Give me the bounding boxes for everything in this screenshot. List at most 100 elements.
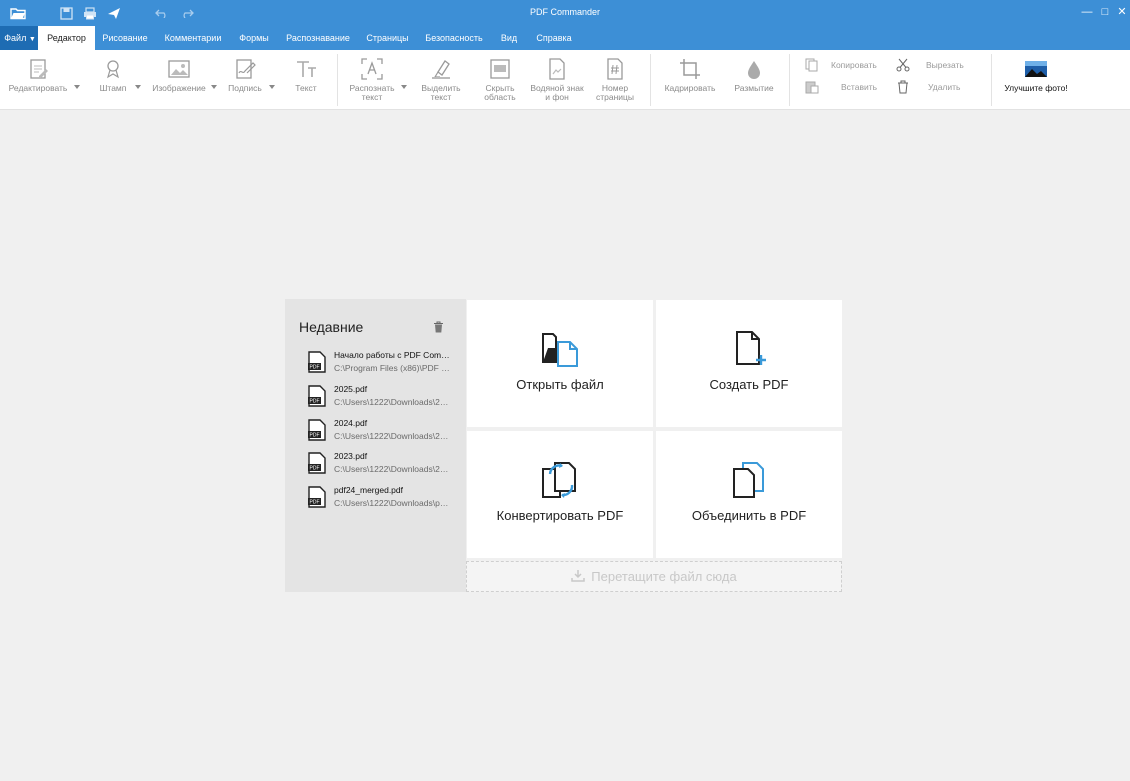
copy-button[interactable]: Копировать <box>805 58 877 72</box>
signature-label: Подпись <box>228 83 262 93</box>
blur-label: Размытие <box>734 83 774 93</box>
recent-files-panel: Недавние PDF Начало работы с PDF Command… <box>285 299 466 592</box>
crop-icon <box>680 59 700 79</box>
svg-text:PDF: PDF <box>310 399 320 405</box>
recent-file-name: pdf24_merged.pdf <box>334 485 403 495</box>
cut-label: Вырезать <box>926 60 964 70</box>
merge-pdf-label: Объединить в PDF <box>691 508 807 523</box>
pdf-file-icon: PDF <box>308 385 326 407</box>
recent-title: Недавние <box>299 319 364 335</box>
open-file-icon <box>542 333 578 367</box>
open-file-label: Открыть файл <box>516 377 604 392</box>
window-title: PDF Commander <box>529 7 601 17</box>
recent-file-name: 2023.pdf <box>334 451 368 461</box>
pdf-file-icon: PDF <box>308 419 326 441</box>
ribbon-divider <box>650 54 651 106</box>
minimize-icon[interactable]: — <box>1080 5 1094 19</box>
ribbon-divider <box>789 54 790 106</box>
signature-button[interactable]: Подпись <box>224 58 275 93</box>
watermark-button[interactable]: Водяной знак и фон <box>528 58 586 102</box>
highlighter-icon <box>432 60 450 79</box>
copy-label: Копировать <box>831 60 877 70</box>
title-bar: PDF Commander — □ ✕ <box>0 0 1130 26</box>
stamp-icon <box>107 60 119 79</box>
recent-file-item[interactable]: PDF 2024.pdf C:\Users\1222\Downloads\202… <box>308 417 458 447</box>
convert-pdf-label: Конвертировать PDF <box>496 508 624 523</box>
ocr-icon <box>361 58 383 80</box>
text-icon <box>297 61 316 77</box>
recent-file-item[interactable]: PDF Начало работы с PDF Commander C:\Pro… <box>308 349 458 379</box>
recent-file-path: C:\Program Files (x86)\PDF Commander <box>334 363 450 373</box>
tab-editor[interactable]: Редактор <box>38 26 95 50</box>
recent-file-item[interactable]: PDF 2023.pdf C:\Users\1222\Downloads\202… <box>308 450 458 480</box>
hide-area-label-2: область <box>484 92 516 102</box>
crop-label: Кадрировать <box>664 83 716 93</box>
convert-pdf-tile[interactable]: Конвертировать PDF <box>467 431 653 558</box>
recent-file-path: C:\Users\1222\Downloads\2025.pdf <box>334 397 450 407</box>
close-icon[interactable]: ✕ <box>1115 5 1129 19</box>
edit-label: Редактировать <box>8 83 68 93</box>
stamp-label: Штамп <box>99 83 127 93</box>
image-icon <box>168 60 190 78</box>
pdf-file-icon: PDF <box>308 452 326 474</box>
drop-zone-label: Перетащите файл сюда <box>591 569 737 584</box>
paste-label: Вставить <box>841 82 878 92</box>
create-pdf-icon <box>736 331 766 365</box>
svg-text:PDF: PDF <box>310 365 320 371</box>
crop-button[interactable]: Кадрировать <box>660 58 720 93</box>
paste-button[interactable]: Вставить <box>805 80 877 94</box>
tab-drawing[interactable]: Рисование <box>97 26 153 50</box>
watermark-icon <box>549 58 565 80</box>
convert-pdf-icon <box>542 462 576 498</box>
enhance-photo-button[interactable]: Улучшите фото! <box>1000 58 1072 93</box>
page-number-button[interactable]: Номер страницы <box>592 58 638 102</box>
clear-recent-trash-icon[interactable] <box>433 320 444 338</box>
tab-forms[interactable]: Формы <box>232 26 276 50</box>
drop-zone[interactable]: Перетащите файл сюда <box>466 561 842 592</box>
svg-text:PDF: PDF <box>310 433 320 439</box>
tab-view[interactable]: Вид <box>495 26 523 50</box>
merge-pdf-tile[interactable]: Объединить в PDF <box>656 431 842 558</box>
create-pdf-tile[interactable]: Создать PDF <box>656 300 842 427</box>
create-pdf-label: Создать PDF <box>709 377 789 392</box>
text-button[interactable]: Текст <box>288 58 324 93</box>
recent-file-name: Начало работы с PDF Commander <box>334 350 450 360</box>
file-menu-label: Файл <box>4 33 27 43</box>
recent-file-path: C:\Users\1222\Downloads\pdf24_merged.pdf <box>334 498 450 508</box>
recent-file-item[interactable]: PDF pdf24_merged.pdf C:\Users\1222\Downl… <box>308 484 458 514</box>
copy-icon <box>805 58 818 72</box>
blur-button[interactable]: Размытие <box>730 58 778 93</box>
image-label: Изображение <box>152 83 206 93</box>
tab-security[interactable]: Безопасность <box>421 26 487 50</box>
stamp-button[interactable]: Штамп <box>94 58 141 93</box>
tab-recognition[interactable]: Распознавание <box>282 26 354 50</box>
file-menu[interactable]: Файл ▼ <box>0 26 38 50</box>
recent-file-item[interactable]: PDF 2025.pdf C:\Users\1222\Downloads\202… <box>308 383 458 413</box>
maximize-icon[interactable]: □ <box>1098 5 1112 19</box>
download-icon <box>571 570 586 582</box>
ribbon-divider <box>991 54 992 106</box>
watermark-label-2: и фон <box>545 92 569 102</box>
recognize-label-2: текст <box>361 92 383 102</box>
highlight-label-2: текст <box>430 92 452 102</box>
tab-pages[interactable]: Страницы <box>362 26 413 50</box>
cut-button[interactable]: Вырезать <box>896 58 964 72</box>
tab-comments[interactable]: Комментарии <box>158 26 228 50</box>
highlight-text-button[interactable]: Выделить текст <box>418 58 464 102</box>
delete-button[interactable]: Удалить <box>896 80 960 94</box>
page-number-label-2: страницы <box>595 92 635 102</box>
hide-area-button[interactable]: Скрыть область <box>478 58 522 102</box>
image-button[interactable]: Изображение <box>150 58 217 93</box>
merge-pdf-icon <box>733 462 764 498</box>
blur-drop-icon <box>748 61 760 79</box>
recent-file-path: C:\Users\1222\Downloads\2024.pdf <box>334 431 450 441</box>
enhance-photo-label: Улучшите фото! <box>1004 83 1068 93</box>
signature-icon <box>236 59 256 79</box>
open-file-tile[interactable]: Открыть файл <box>467 300 653 427</box>
tab-help[interactable]: Справка <box>531 26 577 50</box>
svg-text:PDF: PDF <box>310 500 320 506</box>
menu-tabs: Файл ▼ Редактор Рисование Комментарии Фо… <box>0 26 1130 50</box>
edit-button[interactable]: Редактировать <box>5 58 80 93</box>
text-label: Текст <box>295 83 317 93</box>
recognize-text-button[interactable]: Распознать текст <box>346 58 407 102</box>
